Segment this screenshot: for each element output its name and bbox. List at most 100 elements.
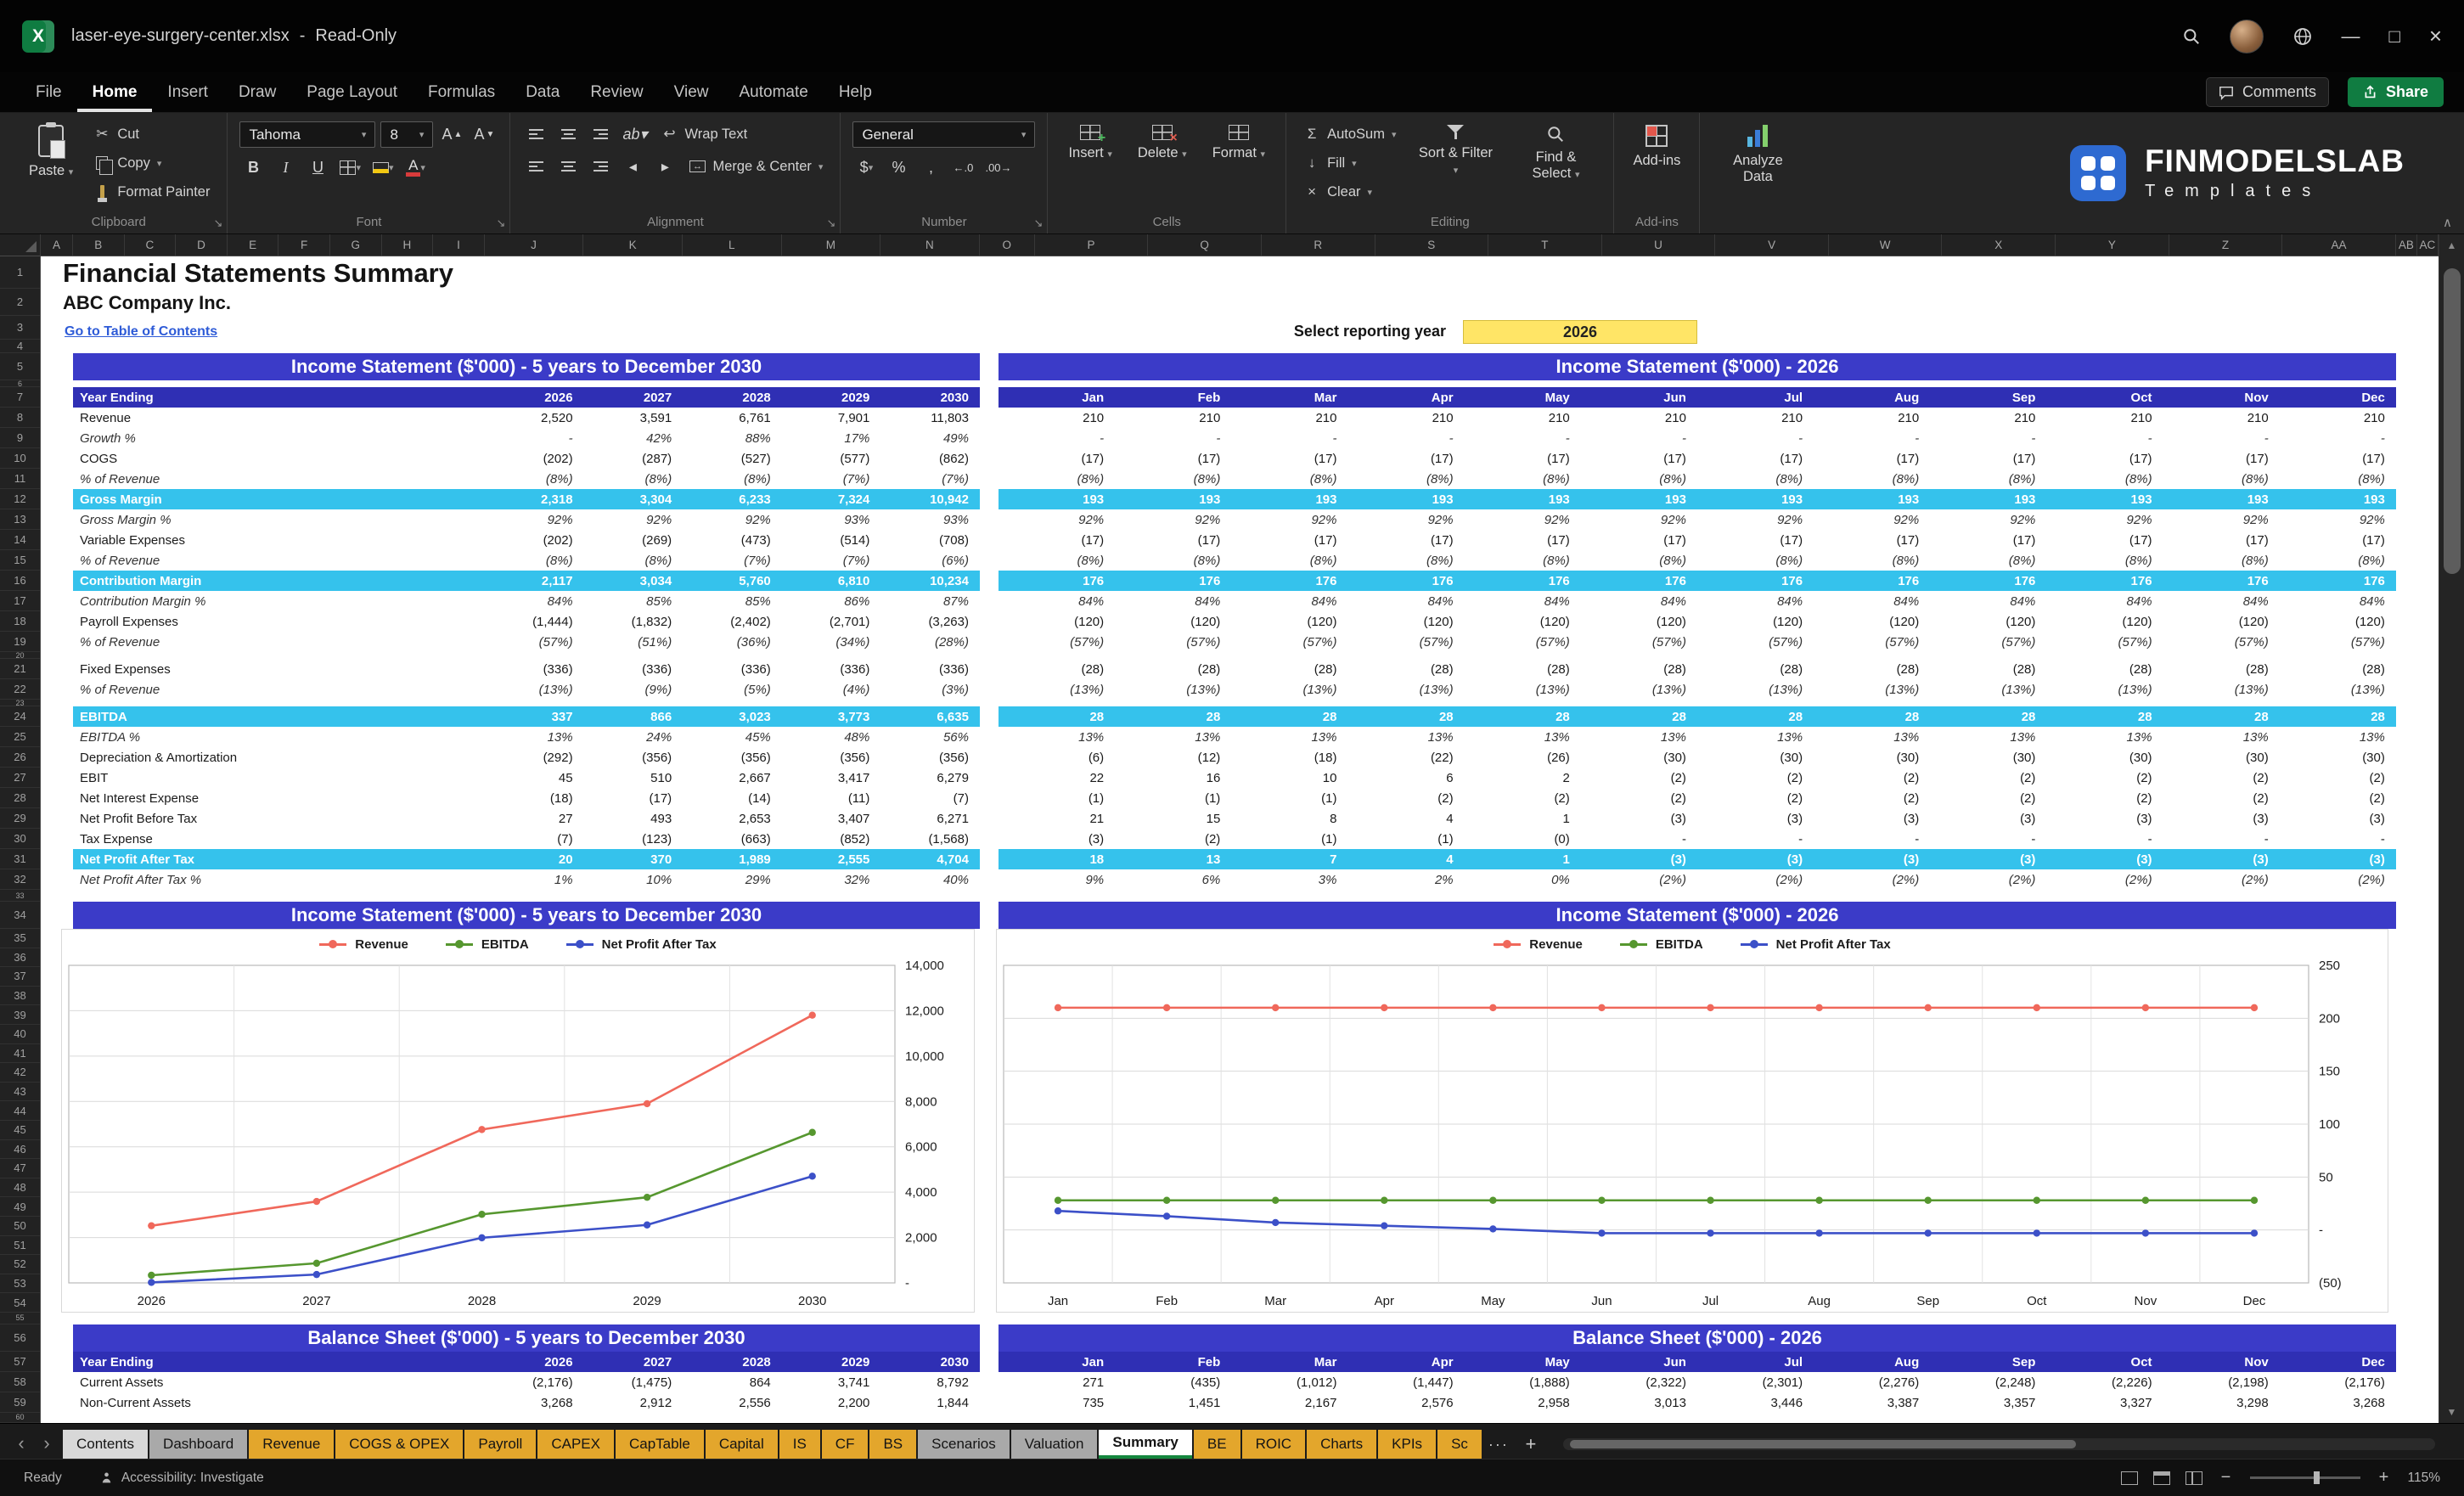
value-cell[interactable]: (1,832): [584, 611, 684, 632]
font-dialog-launcher-icon[interactable]: ↘: [497, 217, 506, 230]
row-label-cell[interactable]: Payroll Expenses: [73, 611, 485, 632]
sheet-tab-capital[interactable]: Capital: [705, 1430, 778, 1459]
align-left-button[interactable]: [522, 154, 549, 179]
value-cell[interactable]: (57%): [1930, 632, 2046, 652]
value-cell[interactable]: (2,248): [1930, 1372, 2046, 1392]
row-header-59[interactable]: 59: [0, 1392, 40, 1413]
align-right-button[interactable]: [587, 154, 614, 179]
value-cell[interactable]: 337: [485, 706, 584, 727]
row-header-7[interactable]: 7: [0, 387, 40, 408]
column-header-T[interactable]: T: [1488, 234, 1602, 256]
row-header-31[interactable]: 31: [0, 849, 40, 869]
share-button[interactable]: Share: [2347, 77, 2444, 107]
value-cell[interactable]: (7%): [782, 550, 881, 571]
value-cell[interactable]: (5%): [683, 679, 782, 700]
value-cell[interactable]: 6: [1347, 768, 1464, 788]
value-cell[interactable]: 176: [1231, 571, 1347, 591]
column-header-S[interactable]: S: [1375, 234, 1489, 256]
row-header-26[interactable]: 26: [0, 747, 40, 768]
value-cell[interactable]: (12): [1115, 747, 1231, 768]
row-header-45[interactable]: 45: [0, 1121, 40, 1140]
toc-link[interactable]: Go to Table of Contents: [65, 324, 217, 340]
zoom-slider-thumb[interactable]: [2313, 1471, 2320, 1484]
value-cell[interactable]: (57%): [999, 632, 1115, 652]
wrap-text-button[interactable]: ↩ Wrap Text: [656, 121, 753, 147]
zoom-out-button[interactable]: −: [2218, 1468, 2235, 1488]
value-cell[interactable]: 3,387: [1814, 1392, 1930, 1413]
value-cell[interactable]: (8%): [2046, 550, 2163, 571]
find-select-button[interactable]: Find & Select ▾: [1510, 121, 1601, 185]
value-cell[interactable]: 3,417: [782, 768, 881, 788]
sheet-tab-cf[interactable]: CF: [821, 1430, 869, 1459]
value-cell[interactable]: 16: [1115, 768, 1231, 788]
value-cell[interactable]: 193: [1814, 489, 1930, 509]
value-cell[interactable]: 2%: [1347, 869, 1464, 890]
vertical-scrollbar[interactable]: ▲ ▼: [2439, 234, 2464, 1423]
value-cell[interactable]: (8%): [1930, 550, 2046, 571]
row-label-cell[interactable]: Non-Current Assets: [73, 1392, 485, 1413]
value-cell[interactable]: 22: [999, 768, 1115, 788]
menu-help[interactable]: Help: [824, 72, 887, 112]
value-cell[interactable]: (3): [2163, 849, 2280, 869]
value-cell[interactable]: (30): [1814, 747, 1930, 768]
value-cell[interactable]: (3): [1930, 808, 2046, 829]
row-header-30[interactable]: 30: [0, 829, 40, 849]
row-label-cell[interactable]: Current Assets: [73, 1372, 485, 1392]
orientation-button[interactable]: ab▾: [619, 121, 650, 147]
value-cell[interactable]: (862): [880, 448, 980, 469]
font-size-select[interactable]: 8 ▾: [380, 121, 434, 148]
value-cell[interactable]: (9%): [584, 679, 684, 700]
value-cell[interactable]: (7%): [880, 469, 980, 489]
value-cell[interactable]: (17): [2280, 530, 2396, 550]
value-cell[interactable]: 176: [999, 571, 1115, 591]
value-cell[interactable]: 49%: [880, 428, 980, 448]
value-cell[interactable]: (1): [1115, 788, 1231, 808]
value-cell[interactable]: (3,263): [880, 611, 980, 632]
value-cell[interactable]: (8%): [1347, 469, 1464, 489]
decrease-font-size-button[interactable]: A ▼: [470, 122, 498, 148]
period-header-cell[interactable]: May: [1465, 1352, 1581, 1372]
value-cell[interactable]: 193: [1115, 489, 1231, 509]
align-center-button[interactable]: [554, 154, 582, 179]
value-cell[interactable]: (17): [999, 530, 1115, 550]
value-cell[interactable]: 3,268: [485, 1392, 584, 1413]
value-cell[interactable]: 92%: [485, 509, 584, 530]
row-header-46[interactable]: 46: [0, 1140, 40, 1160]
spreadsheet-canvas[interactable]: Financial Statements Summary ABC Company…: [41, 256, 2439, 1423]
value-cell[interactable]: (336): [485, 659, 584, 679]
value-cell[interactable]: (17): [1697, 448, 1814, 469]
period-header-cell[interactable]: Jun: [1581, 1352, 1697, 1372]
value-cell[interactable]: 2,667: [683, 768, 782, 788]
menu-file[interactable]: File: [20, 72, 77, 112]
row-header-3[interactable]: 3: [0, 316, 40, 340]
annual-income-chart[interactable]: Revenue EBITDA Net Profit After Tax - 2,000 4…: [61, 929, 975, 1313]
autosum-button[interactable]: Σ AutoSum ▾: [1298, 121, 1401, 147]
value-cell[interactable]: (8%): [999, 469, 1115, 489]
value-cell[interactable]: (2): [2163, 768, 2280, 788]
page-layout-view-button[interactable]: [2152, 1471, 2170, 1485]
value-cell[interactable]: 21: [999, 808, 1115, 829]
value-cell[interactable]: (2,176): [2280, 1372, 2396, 1392]
analyze-data-button[interactable]: Analyze Data: [1712, 121, 1803, 188]
value-cell[interactable]: 193: [2163, 489, 2280, 509]
excel-app-icon[interactable]: X: [22, 20, 54, 53]
value-cell[interactable]: (473): [683, 530, 782, 550]
period-header-cell[interactable]: Mar: [1231, 387, 1347, 408]
value-cell[interactable]: (3): [1697, 808, 1814, 829]
row-header-20[interactable]: 20: [0, 652, 40, 659]
sheet-tab-is[interactable]: IS: [779, 1430, 820, 1459]
value-cell[interactable]: 6,233: [683, 489, 782, 509]
row-header-16[interactable]: 16: [0, 571, 40, 591]
value-cell[interactable]: (3): [1814, 849, 1930, 869]
column-header-E[interactable]: E: [228, 234, 279, 256]
percent-style-button[interactable]: %: [885, 155, 912, 180]
row-header-55[interactable]: 55: [0, 1313, 40, 1324]
value-cell[interactable]: (356): [683, 747, 782, 768]
value-cell[interactable]: (8%): [1231, 469, 1347, 489]
value-cell[interactable]: 2,117: [485, 571, 584, 591]
value-cell[interactable]: (3): [1697, 849, 1814, 869]
value-cell[interactable]: 6,271: [880, 808, 980, 829]
value-cell[interactable]: (8%): [1697, 550, 1814, 571]
monthly-income-chart[interactable]: Revenue EBITDA Net Profit After Tax (50) - 50…: [996, 929, 2388, 1313]
value-cell[interactable]: 28: [1581, 706, 1697, 727]
